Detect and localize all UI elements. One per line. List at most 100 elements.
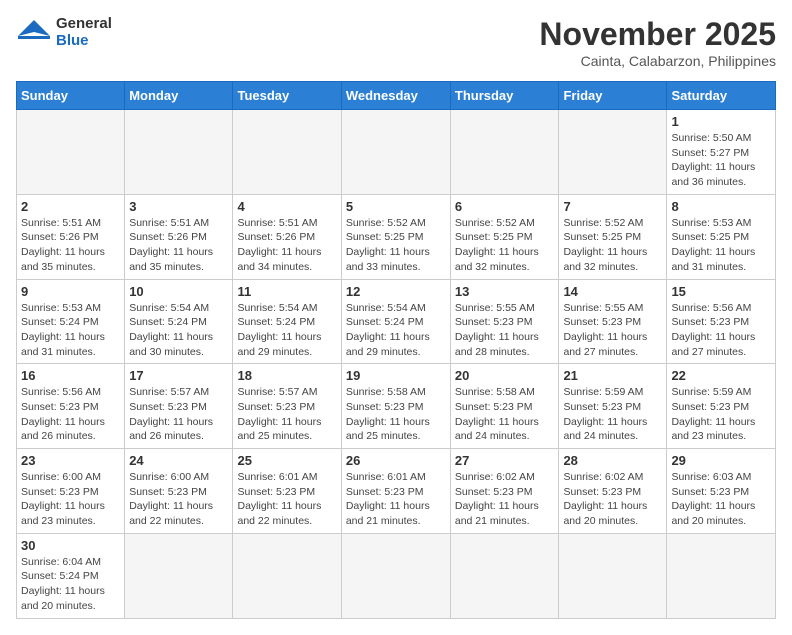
calendar-row-4: 16 Sunrise: 5:56 AM Sunset: 5:23 PM Dayl… [17, 364, 776, 449]
day-info: Sunrise: 5:59 AM Sunset: 5:23 PM Dayligh… [671, 385, 771, 444]
day-cell-19: 19 Sunrise: 5:58 AM Sunset: 5:23 PM Dayl… [341, 364, 450, 449]
empty-cell [125, 533, 233, 618]
day-cell-28: 28 Sunrise: 6:02 AM Sunset: 5:23 PM Dayl… [559, 449, 667, 534]
location: Cainta, Calabarzon, Philippines [539, 53, 776, 69]
day-number: 26 [346, 453, 446, 468]
day-cell-6: 6 Sunrise: 5:52 AM Sunset: 5:25 PM Dayli… [450, 194, 559, 279]
day-cell-26: 26 Sunrise: 6:01 AM Sunset: 5:23 PM Dayl… [341, 449, 450, 534]
day-cell-3: 3 Sunrise: 5:51 AM Sunset: 5:26 PM Dayli… [125, 194, 233, 279]
empty-cell [233, 110, 341, 195]
day-number: 30 [21, 538, 120, 553]
day-info: Sunrise: 6:03 AM Sunset: 5:23 PM Dayligh… [671, 470, 771, 529]
day-info: Sunrise: 6:01 AM Sunset: 5:23 PM Dayligh… [346, 470, 446, 529]
empty-cell [17, 110, 125, 195]
day-cell-22: 22 Sunrise: 5:59 AM Sunset: 5:23 PM Dayl… [667, 364, 776, 449]
day-info: Sunrise: 6:01 AM Sunset: 5:23 PM Dayligh… [237, 470, 336, 529]
day-cell-17: 17 Sunrise: 5:57 AM Sunset: 5:23 PM Dayl… [125, 364, 233, 449]
day-info: Sunrise: 6:04 AM Sunset: 5:24 PM Dayligh… [21, 555, 120, 614]
day-info: Sunrise: 5:52 AM Sunset: 5:25 PM Dayligh… [346, 216, 446, 275]
day-number: 27 [455, 453, 555, 468]
logo: General Blue [16, 16, 112, 49]
day-cell-11: 11 Sunrise: 5:54 AM Sunset: 5:24 PM Dayl… [233, 279, 341, 364]
empty-cell [341, 110, 450, 195]
day-info: Sunrise: 5:54 AM Sunset: 5:24 PM Dayligh… [346, 301, 446, 360]
day-cell-2: 2 Sunrise: 5:51 AM Sunset: 5:26 PM Dayli… [17, 194, 125, 279]
day-cell-1: 1 Sunrise: 5:50 AM Sunset: 5:27 PM Dayli… [667, 110, 776, 195]
day-cell-21: 21 Sunrise: 5:59 AM Sunset: 5:23 PM Dayl… [559, 364, 667, 449]
day-number: 2 [21, 199, 120, 214]
day-info: Sunrise: 5:55 AM Sunset: 5:23 PM Dayligh… [563, 301, 662, 360]
header-wednesday: Wednesday [341, 82, 450, 110]
day-info: Sunrise: 5:51 AM Sunset: 5:26 PM Dayligh… [129, 216, 228, 275]
day-info: Sunrise: 6:02 AM Sunset: 5:23 PM Dayligh… [563, 470, 662, 529]
calendar: Sunday Monday Tuesday Wednesday Thursday… [16, 81, 776, 619]
empty-cell [341, 533, 450, 618]
day-number: 25 [237, 453, 336, 468]
day-cell-8: 8 Sunrise: 5:53 AM Sunset: 5:25 PM Dayli… [667, 194, 776, 279]
header-sunday: Sunday [17, 82, 125, 110]
day-info: Sunrise: 5:50 AM Sunset: 5:27 PM Dayligh… [671, 131, 771, 190]
empty-cell [450, 533, 559, 618]
day-number: 7 [563, 199, 662, 214]
weekday-header-row: Sunday Monday Tuesday Wednesday Thursday… [17, 82, 776, 110]
logo-text: General Blue [56, 16, 112, 49]
day-number: 24 [129, 453, 228, 468]
day-number: 23 [21, 453, 120, 468]
day-number: 11 [237, 284, 336, 299]
empty-cell [559, 110, 667, 195]
empty-cell [233, 533, 341, 618]
empty-cell [125, 110, 233, 195]
day-number: 17 [129, 368, 228, 383]
day-number: 4 [237, 199, 336, 214]
day-cell-20: 20 Sunrise: 5:58 AM Sunset: 5:23 PM Dayl… [450, 364, 559, 449]
header-monday: Monday [125, 82, 233, 110]
day-info: Sunrise: 5:58 AM Sunset: 5:23 PM Dayligh… [346, 385, 446, 444]
month-title: November 2025 [539, 16, 776, 53]
day-number: 14 [563, 284, 662, 299]
day-cell-7: 7 Sunrise: 5:52 AM Sunset: 5:25 PM Dayli… [559, 194, 667, 279]
day-info: Sunrise: 5:58 AM Sunset: 5:23 PM Dayligh… [455, 385, 555, 444]
day-info: Sunrise: 5:59 AM Sunset: 5:23 PM Dayligh… [563, 385, 662, 444]
day-cell-16: 16 Sunrise: 5:56 AM Sunset: 5:23 PM Dayl… [17, 364, 125, 449]
day-number: 20 [455, 368, 555, 383]
day-info: Sunrise: 6:02 AM Sunset: 5:23 PM Dayligh… [455, 470, 555, 529]
day-cell-12: 12 Sunrise: 5:54 AM Sunset: 5:24 PM Dayl… [341, 279, 450, 364]
day-number: 3 [129, 199, 228, 214]
day-cell-9: 9 Sunrise: 5:53 AM Sunset: 5:24 PM Dayli… [17, 279, 125, 364]
header-saturday: Saturday [667, 82, 776, 110]
day-cell-10: 10 Sunrise: 5:54 AM Sunset: 5:24 PM Dayl… [125, 279, 233, 364]
day-info: Sunrise: 5:57 AM Sunset: 5:23 PM Dayligh… [237, 385, 336, 444]
day-cell-24: 24 Sunrise: 6:00 AM Sunset: 5:23 PM Dayl… [125, 449, 233, 534]
calendar-row-2: 2 Sunrise: 5:51 AM Sunset: 5:26 PM Dayli… [17, 194, 776, 279]
day-number: 22 [671, 368, 771, 383]
day-cell-14: 14 Sunrise: 5:55 AM Sunset: 5:23 PM Dayl… [559, 279, 667, 364]
logo-icon [16, 18, 52, 48]
day-info: Sunrise: 5:51 AM Sunset: 5:26 PM Dayligh… [237, 216, 336, 275]
day-info: Sunrise: 6:00 AM Sunset: 5:23 PM Dayligh… [21, 470, 120, 529]
day-number: 1 [671, 114, 771, 129]
day-info: Sunrise: 5:52 AM Sunset: 5:25 PM Dayligh… [455, 216, 555, 275]
day-cell-27: 27 Sunrise: 6:02 AM Sunset: 5:23 PM Dayl… [450, 449, 559, 534]
day-info: Sunrise: 5:51 AM Sunset: 5:26 PM Dayligh… [21, 216, 120, 275]
header: General Blue November 2025 Cainta, Calab… [16, 16, 776, 69]
day-info: Sunrise: 5:56 AM Sunset: 5:23 PM Dayligh… [671, 301, 771, 360]
day-cell-15: 15 Sunrise: 5:56 AM Sunset: 5:23 PM Dayl… [667, 279, 776, 364]
day-number: 19 [346, 368, 446, 383]
day-info: Sunrise: 5:53 AM Sunset: 5:24 PM Dayligh… [21, 301, 120, 360]
day-info: Sunrise: 6:00 AM Sunset: 5:23 PM Dayligh… [129, 470, 228, 529]
day-info: Sunrise: 5:56 AM Sunset: 5:23 PM Dayligh… [21, 385, 120, 444]
day-number: 10 [129, 284, 228, 299]
calendar-row-5: 23 Sunrise: 6:00 AM Sunset: 5:23 PM Dayl… [17, 449, 776, 534]
empty-cell [559, 533, 667, 618]
empty-cell [450, 110, 559, 195]
calendar-row-3: 9 Sunrise: 5:53 AM Sunset: 5:24 PM Dayli… [17, 279, 776, 364]
day-cell-18: 18 Sunrise: 5:57 AM Sunset: 5:23 PM Dayl… [233, 364, 341, 449]
header-tuesday: Tuesday [233, 82, 341, 110]
title-area: November 2025 Cainta, Calabarzon, Philip… [539, 16, 776, 69]
day-number: 8 [671, 199, 771, 214]
day-number: 13 [455, 284, 555, 299]
header-friday: Friday [559, 82, 667, 110]
day-info: Sunrise: 5:54 AM Sunset: 5:24 PM Dayligh… [237, 301, 336, 360]
calendar-row-6: 30 Sunrise: 6:04 AM Sunset: 5:24 PM Dayl… [17, 533, 776, 618]
day-info: Sunrise: 5:53 AM Sunset: 5:25 PM Dayligh… [671, 216, 771, 275]
